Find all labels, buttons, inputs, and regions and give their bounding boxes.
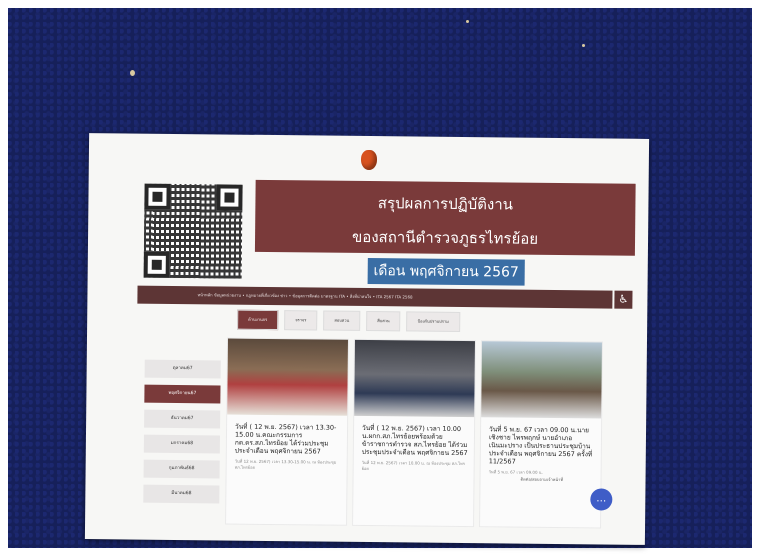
news-photo [481,341,602,419]
tab: จราจร [284,310,318,331]
news-card: วันที่ ( 12 พ.ย. 2567) เวลา 10.00 น.ผกก.… [352,338,476,528]
board-speck [582,44,585,47]
sidebar-item: ธันวาคม67 [144,409,221,429]
sidebar-item: มีนาคม68 [143,484,220,504]
sidebar-item: ตุลาคม67 [144,359,221,379]
title-banner: สรุปผลการปฏิบัติงาน ของสถานีตำรวจภูธรไทร… [254,179,636,256]
website-navbar: หน้าหลัก ข้อมูลหน่วยงาน • กฎหมายที่เกี่ย… [137,285,613,309]
chat-icon: … [590,488,613,511]
news-photo [227,338,348,416]
title-line-2: ของสถานีตำรวจภูธรไทรย้อย [351,227,539,248]
tab: สอบสวน [323,310,361,331]
news-meta: วันที่ 12 พ.ย. 2567) เวลา 10.00 น. ณ ห้อ… [361,459,465,472]
news-photo [354,339,475,418]
cork-board: สรุปผลการปฏิบัติงาน ของสถานีตำรวจภูธรไทร… [8,8,752,548]
chat-label: ติดต่อ/สอบถามเจ้าหน้าที่ [520,476,564,483]
qr-code [143,183,243,279]
tab: ป้องกันปราบปราม [406,311,460,332]
board-speck [466,20,469,23]
photo: สรุปผลการปฏิบัติงาน ของสถานีตำรวจภูธรไทร… [0,0,758,556]
news-meta: วันที่ 5 พ.ย. 67 เวลา 09.00 น. [488,469,543,475]
sidebar-item: กุมภาพันธ์68 [143,459,220,479]
news-title: วันที่ ( 12 พ.ย. 2567) เวลา 13.30-15.00 … [234,422,337,456]
title-line-1: สรุปผลการปฏิบัติงาน [377,194,514,214]
qr-corner [143,251,170,278]
accessibility-icon: ♿ [614,290,633,309]
qr-corner [144,183,171,210]
sidebar-item: มกราคม68 [143,434,220,454]
board-speck [130,70,135,76]
poster-paper: สรุปผลการปฏิบัติงาน ของสถานีตำรวจภูธรไทร… [84,133,650,545]
tab: ด้านงานจร [237,309,279,331]
news-meta: วันที่ 12 พ.ย. 2567) เวลา 13.30-15.00 น.… [234,458,337,470]
website-tabs: ด้านงานจร จราจร สอบสวน สืบสวน ป้องกันปรา… [237,309,460,332]
sidebar-item: พฤศจิกายน67 [144,384,221,404]
news-card: วันที่ 5 พ.ย. 67 เวลา 09.00 น.นายเชิงชาย… [479,340,603,529]
news-card: วันที่ ( 12 พ.ย. 2567) เวลา 13.30-15.00 … [225,337,350,526]
month-sidebar: ตุลาคม67 พฤศจิกายน67 ธันวาคม67 มกราคม68 … [143,359,221,511]
news-title: วันที่ ( 12 พ.ย. 2567) เวลา 10.00 น.ผกก.… [361,423,468,458]
tab: สืบสวน [366,310,401,332]
push-pin [361,150,377,170]
news-title: วันที่ 5 พ.ย. 67 เวลา 09.00 น.นายเชิงชาย… [488,425,593,466]
month-label: เดือน พฤศจิกายน 2567 [367,258,525,286]
qr-corner [216,184,243,211]
